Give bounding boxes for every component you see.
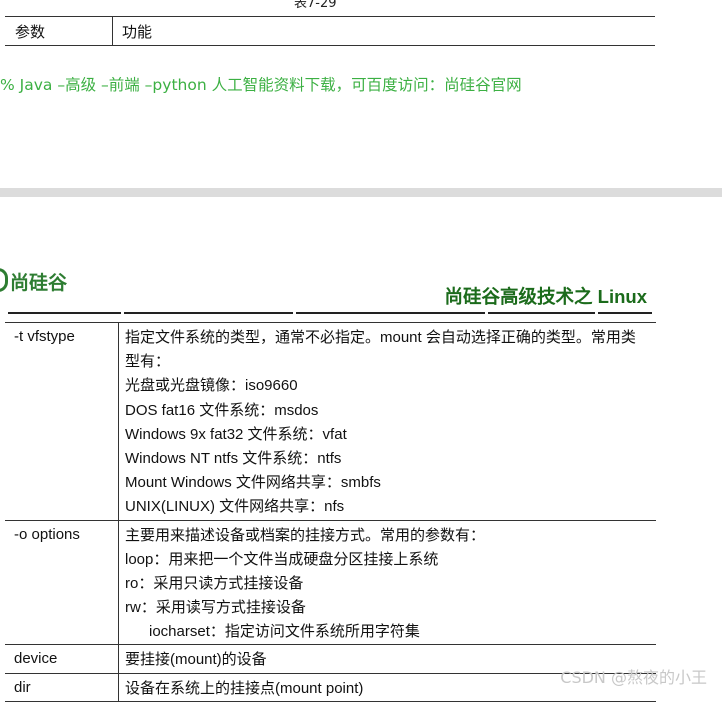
param-name: device: [14, 650, 58, 668]
param-cell: device: [5, 644, 119, 674]
rule-gap: [293, 311, 296, 315]
param-name: -o options: [14, 525, 80, 543]
function-column-header: 功能: [122, 23, 153, 41]
param-name: -t vfstype: [14, 328, 75, 345]
table-caption: 表7-29: [294, 0, 337, 11]
param-cell: -t vfstype: [5, 322, 119, 521]
rule-gap: [595, 311, 598, 315]
header-rule: [8, 312, 652, 314]
description-line: 主要用来描述设备或档案的挂接方式。常用的参数有：: [125, 526, 486, 544]
description-cell: 指定文件系统的类型，通常不必指定。mount 会自动选择正确的类型。常用类型有：…: [119, 323, 657, 521]
description-line: DOS fat16 文件系统：msdos: [125, 401, 319, 419]
description-line: Windows 9x fat32 文件系统：vfat: [125, 425, 347, 443]
csdn-watermark: CSDN @熬夜的小王: [560, 668, 707, 687]
table-row: -t vfstype 指定文件系统的类型，通常不必指定。mount 会自动选择正…: [5, 322, 657, 521]
table-row: dir 设备在系统上的挂接点(mount point): [5, 673, 656, 702]
brand-logo: 尚硅谷: [0, 268, 67, 295]
description-cell: 主要用来描述设备或档案的挂接方式。常用的参数有： loop：用来把一个文件当成硬…: [119, 520, 657, 645]
param-column-header: 参数: [15, 23, 46, 41]
page-break-divider: [0, 188, 722, 197]
description-line: ro：采用只读方式挂接设备: [125, 574, 304, 592]
param-cell: -o options: [5, 520, 119, 645]
description-line: loop：用来把一个文件当成硬盘分区挂接上系统: [125, 550, 439, 568]
description-line: 指定文件系统的类型，通常不必指定。mount 会自动选择正确的类型。常用类型有：: [125, 329, 636, 371]
top-table-header: 参数 功能: [5, 16, 655, 46]
table-row: -o options 主要用来描述设备或档案的挂接方式。常用的参数有： loop…: [5, 520, 656, 645]
param-cell: dir: [5, 673, 119, 702]
logo-text: 尚硅谷: [10, 272, 68, 294]
description-line: 光盘或光盘镜像：iso9660: [125, 377, 298, 395]
rule-gap: [485, 311, 488, 315]
description-line: Mount Windows 文件网络共享：smbfs: [125, 474, 381, 492]
footer-ad-link[interactable]: % Java –高级 –前端 –python 人工智能资料下载，可百度访问：尚硅…: [0, 73, 522, 95]
description-line: Windows NT ntfs 文件系统：ntfs: [125, 449, 342, 467]
logo-mark-icon: [0, 268, 8, 292]
table-row: device 要挂接(mount)的设备: [5, 644, 656, 674]
mount-params-table: -t vfstype 指定文件系统的类型，通常不必指定。mount 会自动选择正…: [5, 322, 656, 702]
rule-gap: [121, 311, 124, 315]
description-line: UNIX(LINUX) 文件网络共享：nfs: [125, 498, 345, 516]
page-header-title: 尚硅谷高级技术之 Linux: [444, 286, 647, 307]
description-line: iocharset：指定访问文件系统所用字符集: [149, 623, 420, 641]
description-line: rw：采用读写方式挂接设备: [125, 599, 306, 617]
param-name: dir: [14, 678, 31, 696]
column-divider: [112, 17, 113, 45]
